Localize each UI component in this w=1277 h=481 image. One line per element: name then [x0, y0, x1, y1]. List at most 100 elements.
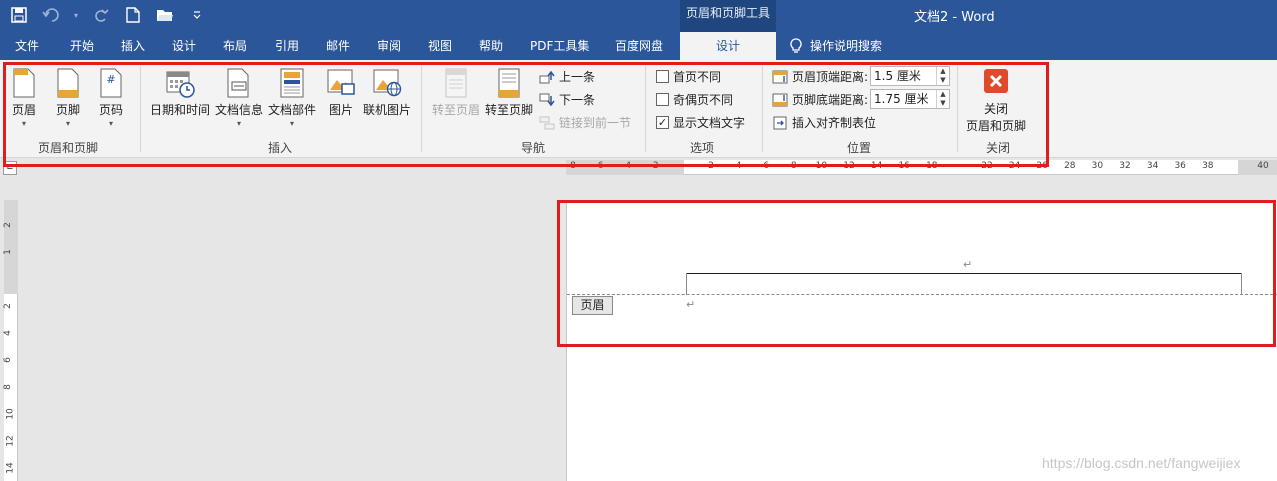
ruler-label: 24 — [1008, 161, 1021, 171]
go-to-footer-button[interactable]: 转至页脚 — [485, 68, 533, 118]
footer-label: 页脚 — [56, 103, 81, 117]
tab-insert[interactable]: 插入 — [121, 32, 145, 60]
context-tab-header-footer-tools: 页眉和页脚工具 — [680, 0, 776, 32]
header-button[interactable]: 页眉 ▾ — [12, 68, 36, 128]
ruler-margin-top — [4, 200, 18, 294]
different-odd-even-checkbox[interactable]: 奇偶页不同 — [656, 91, 733, 108]
tab-references[interactable]: 引用 — [275, 32, 299, 60]
checkbox-box[interactable] — [656, 70, 669, 83]
checkbox-checked[interactable]: ✓ — [656, 116, 669, 129]
ruler-label: 2 — [2, 303, 13, 309]
ruler-label: 4 — [2, 330, 13, 336]
ruler-label: 4 — [625, 161, 632, 171]
link-icon — [539, 116, 555, 129]
customize-toolbar-icon[interactable] — [186, 4, 208, 26]
show-document-text-label: 显示文档文字 — [673, 116, 746, 130]
header-boundary-left — [686, 273, 687, 295]
ruler-label: 34 — [1146, 161, 1159, 171]
tab-home[interactable]: 开始 — [70, 32, 94, 60]
ruler-label: 26 — [1036, 161, 1048, 171]
ruler-label: 36 — [1174, 161, 1186, 171]
group-separator — [645, 66, 646, 152]
calendar-clock-icon — [166, 71, 195, 98]
different-first-page-checkbox[interactable]: 首页不同 — [656, 68, 721, 85]
document-info-icon — [227, 68, 249, 98]
go-to-header-icon — [445, 68, 467, 98]
tab-help[interactable]: 帮助 — [479, 32, 503, 60]
show-document-text-checkbox[interactable]: ✓ 显示文档文字 — [656, 114, 745, 131]
spinner-arrows-icon[interactable]: ▲ ▼ — [936, 67, 949, 85]
checkbox-box[interactable] — [656, 93, 669, 106]
open-folder-icon[interactable] — [154, 4, 176, 26]
ruler-label: 18 — [926, 161, 938, 171]
ruler-label: 2 — [708, 161, 714, 171]
page-number-label: 页码 — [99, 103, 124, 117]
tab-file[interactable]: 文件 — [15, 32, 39, 60]
ribbon-panel: 页眉 ▾ 页脚 ▾ # 页码 ▾ 页眉和页脚 日期和时间 文档信息 ▾ 文档部件… — [0, 60, 1277, 158]
ruler-label: 14 — [5, 462, 16, 474]
undo-dropdown-icon[interactable]: ▾ — [72, 4, 80, 26]
horizontal-ruler[interactable]: 8 6 4 2 2 4 6 8 10 12 14 16 18 22 24 26 28 30 32 34 36 38 40 — [566, 160, 1277, 175]
vertical-ruler[interactable]: 2 1 2 4 6 8 10 12 14 — [2, 200, 18, 481]
footer-bottom-distance-value[interactable]: 1.75 厘米 — [874, 92, 929, 106]
tab-mailings[interactable]: 邮件 — [326, 32, 350, 60]
group-separator — [762, 66, 763, 152]
different-first-page-label: 首页不同 — [673, 70, 722, 84]
previous-button[interactable]: 上一条 — [539, 68, 595, 85]
spinner-arrows-icon[interactable]: ▲ ▼ — [936, 90, 949, 108]
ruler-label: 10 — [5, 408, 16, 420]
footer-button[interactable]: 页脚 ▾ — [56, 68, 80, 128]
footer-dropdown-icon: ▾ — [66, 119, 71, 128]
close-label-line2: 页眉和页脚 — [966, 119, 1027, 133]
document-parts-label: 文档部件 — [268, 103, 317, 117]
tab-pdf-tools[interactable]: PDF工具集 — [530, 32, 589, 60]
date-time-label: 日期和时间 — [150, 103, 211, 117]
title-bar: ▾ 页眉和页脚工具 文档2 - Word — [0, 0, 1277, 32]
undo-icon[interactable] — [40, 4, 62, 26]
header-tag: 页眉 — [572, 296, 613, 315]
header-page-icon — [13, 68, 35, 98]
footer-bottom-distance-spinner[interactable]: 1.75 厘米 ▲ ▼ — [870, 89, 950, 109]
online-picture-button[interactable]: 联机图片 — [363, 68, 411, 118]
date-time-button[interactable]: 日期和时间 — [150, 68, 210, 118]
document-parts-dropdown-icon: ▾ — [290, 119, 295, 128]
ruler-label: 2 — [652, 161, 659, 171]
new-document-icon[interactable] — [122, 4, 144, 26]
link-to-previous-button[interactable]: 链接到前一节 — [539, 114, 631, 131]
next-button[interactable]: 下一条 — [539, 91, 595, 108]
link-to-previous-label: 链接到前一节 — [559, 116, 632, 130]
group-separator — [140, 66, 141, 152]
group-separator — [957, 66, 958, 152]
tab-baidu-netdisk[interactable]: 百度网盘 — [615, 32, 663, 60]
document-info-button[interactable]: 文档信息 ▾ — [215, 68, 263, 128]
tab-view[interactable]: 视图 — [428, 32, 452, 60]
tab-review[interactable]: 审阅 — [377, 32, 401, 60]
picture-button[interactable]: 图片 — [326, 68, 356, 118]
ruler-label: 8 — [2, 384, 13, 390]
previous-label: 上一条 — [559, 70, 596, 84]
tab-header-footer-design[interactable]: 设计 — [680, 32, 776, 60]
different-odd-even-label: 奇偶页不同 — [673, 93, 734, 107]
close-header-footer-button[interactable]: 关闭 页眉和页脚 — [966, 68, 1026, 134]
document-page[interactable]: ↵ 页眉 ↵ — [566, 200, 1277, 481]
group-label-insert: 插入 — [268, 141, 293, 155]
picture-label: 图片 — [328, 103, 353, 117]
tab-layout[interactable]: 布局 — [223, 32, 247, 60]
previous-icon — [539, 70, 555, 83]
go-to-footer-label: 转至页脚 — [485, 103, 534, 117]
tab-selector-icon[interactable]: ∟ — [3, 161, 17, 175]
svg-text:#: # — [106, 73, 115, 86]
header-top-distance-spinner[interactable]: 1.5 厘米 ▲ ▼ — [870, 66, 950, 86]
tab-design[interactable]: 设计 — [172, 32, 196, 60]
save-icon[interactable] — [8, 4, 30, 26]
insert-alignment-tab-button[interactable]: 插入对齐制表位 — [772, 114, 876, 131]
page-number-button[interactable]: # 页码 ▾ — [99, 68, 123, 128]
tell-me-search[interactable]: 操作说明搜索 — [790, 32, 882, 60]
ruler-label: 30 — [1091, 161, 1104, 171]
redo-icon[interactable] — [90, 4, 112, 26]
go-to-header-button[interactable]: 转至页眉 — [432, 68, 480, 118]
page-number-icon: # — [100, 68, 122, 98]
insert-alignment-tab-label: 插入对齐制表位 — [792, 116, 877, 130]
header-top-distance-value[interactable]: 1.5 厘米 — [874, 69, 921, 83]
document-parts-button[interactable]: 文档部件 ▾ — [268, 68, 316, 128]
